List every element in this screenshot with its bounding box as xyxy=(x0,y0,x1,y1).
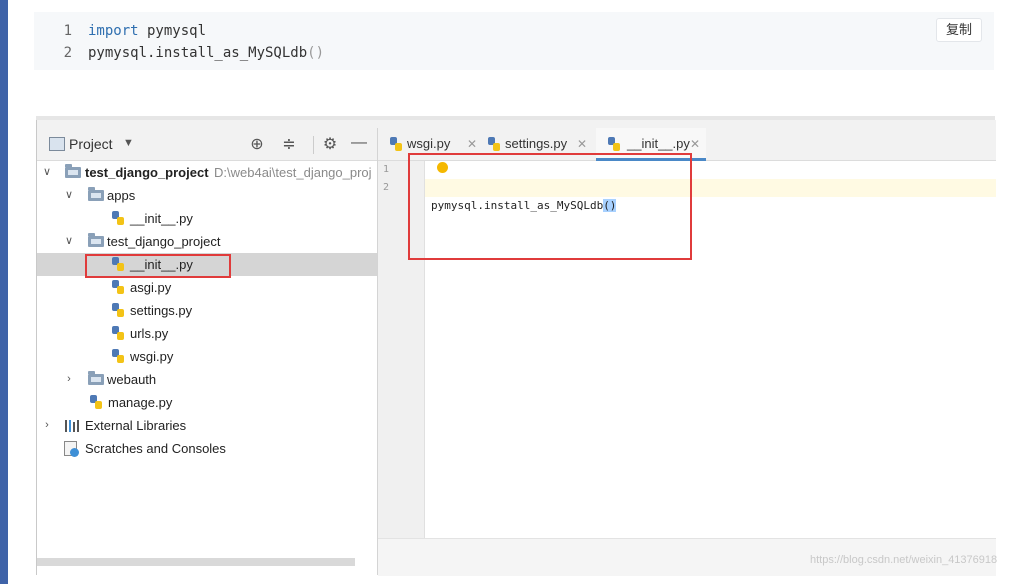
tree-item-label: External Libraries xyxy=(85,418,187,433)
project-view-icon xyxy=(49,137,65,151)
python-file-icon xyxy=(112,349,125,364)
folder-icon xyxy=(88,371,104,385)
python-file-icon xyxy=(112,303,125,318)
code-text: pymysql.install_as_MySQLdb xyxy=(88,45,308,61)
chevron-down-icon[interactable]: ▼ xyxy=(123,137,134,149)
chevron-right-icon[interactable]: › xyxy=(63,368,75,391)
tree-item-label: urls.py xyxy=(130,326,169,341)
project-panel-header: Project ▼ ⊕ ≑ ⚙ — xyxy=(37,128,377,161)
python-file-icon xyxy=(390,137,403,152)
ide-window: Project ▼ ⊕ ≑ ⚙ — ∨ test_django_project … xyxy=(36,120,996,576)
horizontal-scrollbar[interactable] xyxy=(37,558,355,566)
folder-icon xyxy=(88,187,104,201)
project-panel-title[interactable]: Project xyxy=(69,136,113,152)
tree-item-label: settings.py xyxy=(130,303,193,318)
tree-item-file[interactable]: asgi.py xyxy=(37,276,377,299)
tree-item-label: wsgi.py xyxy=(130,349,174,364)
tree-item-label: Scratches and Consoles xyxy=(85,441,226,456)
left-accent-strip xyxy=(0,0,8,584)
python-file-icon xyxy=(608,137,621,152)
library-icon xyxy=(65,420,79,432)
tree-item-root[interactable]: ∨ test_django_project D:\web4ai\test_dja… xyxy=(37,161,377,184)
chevron-down-icon[interactable]: ∨ xyxy=(63,230,75,253)
tree-item-apps[interactable]: ∨ apps xyxy=(37,184,377,207)
tree-item-external-libraries[interactable]: › External Libraries xyxy=(37,414,377,437)
chevron-down-icon[interactable]: ∨ xyxy=(41,161,53,184)
gutter-line-number: 1 xyxy=(383,164,390,175)
python-file-icon xyxy=(112,211,125,226)
line-number: 1 xyxy=(63,23,72,39)
project-panel: Project ▼ ⊕ ≑ ⚙ — ∨ test_django_project … xyxy=(37,128,378,575)
chevron-right-icon[interactable]: › xyxy=(41,414,53,437)
highlight-box-file xyxy=(85,254,231,278)
scratch-icon xyxy=(64,441,80,457)
folder-icon xyxy=(65,164,81,178)
folder-icon xyxy=(88,233,104,247)
tree-item-file[interactable]: urls.py xyxy=(37,322,377,345)
gutter-line-number: 2 xyxy=(383,182,390,193)
code-text: pymysql xyxy=(138,23,207,39)
tree-item-label: __init__.py xyxy=(130,211,193,226)
tree-item-label: manage.py xyxy=(108,395,173,410)
tree-item-label: webauth xyxy=(107,372,157,387)
tree-item-label: asgi.py xyxy=(130,280,172,295)
code-parens: () xyxy=(307,45,325,61)
line-number: 2 xyxy=(63,45,72,61)
python-file-icon xyxy=(90,395,103,410)
highlight-box-code xyxy=(408,153,692,260)
chevron-down-icon[interactable]: ∨ xyxy=(63,184,75,207)
python-file-icon xyxy=(112,326,125,341)
code-keyword: import xyxy=(88,23,139,39)
project-path: D:\web4ai\test_django_proj xyxy=(214,165,372,180)
tree-item-file[interactable]: wsgi.py xyxy=(37,345,377,368)
copy-button[interactable]: 复制 xyxy=(936,18,982,42)
tree-item-webauth[interactable]: › webauth xyxy=(37,368,377,391)
header-divider xyxy=(313,136,314,154)
python-file-icon xyxy=(112,280,125,295)
code-snippet: 1 import pymysql 2 pymysql.install_as_My… xyxy=(34,12,994,70)
tree-item-label: test_django_project xyxy=(85,165,209,180)
tree-item-file[interactable]: settings.py xyxy=(37,299,377,322)
tree-item-label: test_django_project xyxy=(107,234,221,249)
locate-icon[interactable]: ⊕ xyxy=(247,134,267,154)
tree-item-scratches[interactable]: Scratches and Consoles xyxy=(37,437,377,460)
tree-item-package[interactable]: ∨ test_django_project xyxy=(37,230,377,253)
gear-icon[interactable]: ⚙ xyxy=(320,134,340,154)
python-file-icon xyxy=(488,137,501,152)
tree-item-label: apps xyxy=(107,188,136,203)
watermark: https://blog.csdn.net/weixin_41376918 xyxy=(810,554,998,566)
tree-item-file[interactable]: manage.py xyxy=(37,391,377,414)
collapse-all-icon[interactable]: ≑ xyxy=(279,134,299,154)
minimize-icon[interactable]: — xyxy=(349,134,369,152)
tree-item-file[interactable]: __init__.py xyxy=(37,207,377,230)
